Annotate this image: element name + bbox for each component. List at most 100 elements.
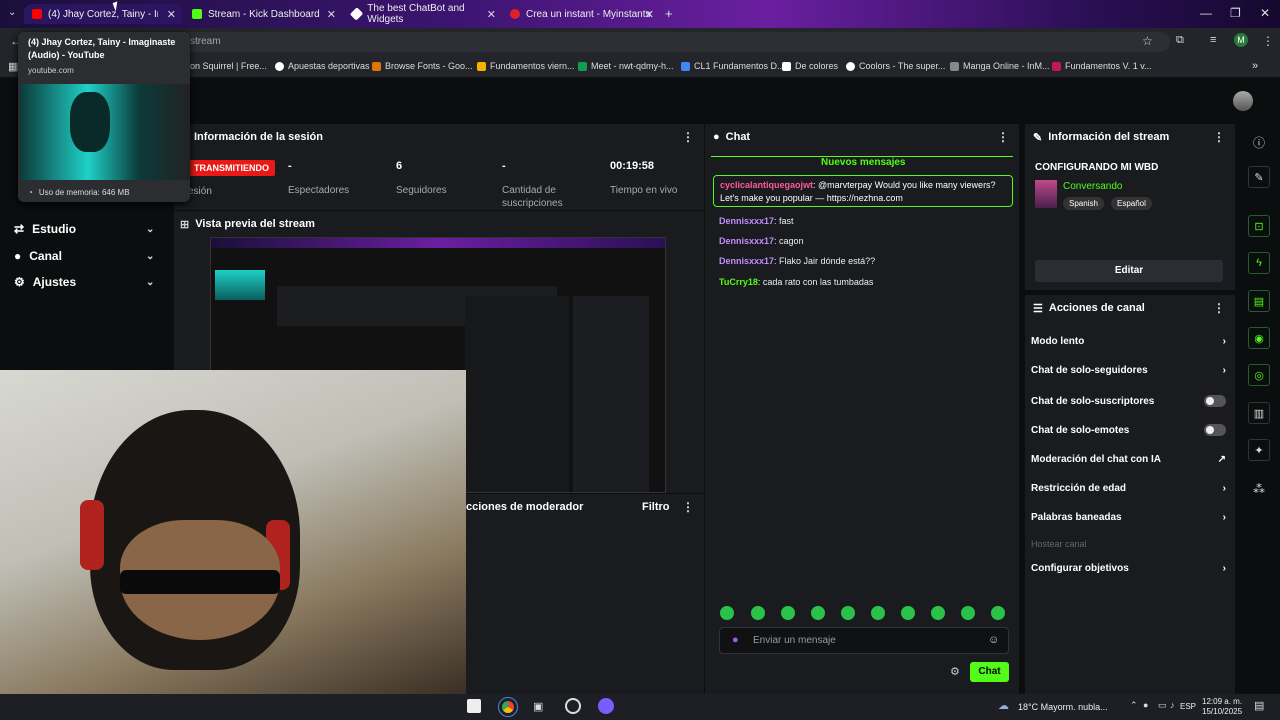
profile-avatar[interactable]: M: [1234, 33, 1248, 47]
close-window-icon[interactable]: ✕: [1260, 6, 1270, 20]
close-icon[interactable]: ✕: [167, 8, 176, 21]
action-configure-goals[interactable]: Configurar objetivos ›: [1031, 563, 1226, 574]
emotes-only-toggle[interactable]: [1204, 424, 1226, 436]
bookmark[interactable]: Manga Online - InM...: [950, 61, 1050, 71]
notifications-icon[interactable]: ▤: [1254, 699, 1264, 712]
sidebar-item-canal[interactable]: ● Canal ⌄: [14, 249, 154, 263]
kebab-menu-icon[interactable]: ⋮: [997, 130, 1009, 144]
new-tab-plus-icon[interactable]: +: [665, 6, 673, 21]
tab-youtube[interactable]: (4) Jhay Cortez, Tainy - Imaginaste ✕: [24, 4, 182, 24]
chat-username[interactable]: TuCrry18: [719, 277, 758, 287]
discord-icon[interactable]: [598, 698, 614, 714]
mic-tray-icon[interactable]: ●: [1143, 700, 1148, 710]
chat-message[interactable]: Dennisxxx17: Flako Jair dónde está??: [719, 256, 875, 266]
bookmark[interactable]: Apuestas deportivas: [275, 61, 370, 71]
language-indicator[interactable]: ESP: [1180, 702, 1196, 711]
action-ai-moderation[interactable]: Moderación del chat con IA ↗: [1031, 454, 1226, 465]
chat-input[interactable]: ● Enviar un mensaje ☺: [719, 627, 1009, 654]
calendar-app-icon[interactable]: [467, 699, 481, 713]
chat-bubble-icon[interactable]: ◉: [1248, 327, 1270, 349]
bookmark[interactable]: Fundamentos V. 1 v...: [1052, 61, 1152, 71]
action-age-restriction[interactable]: Restricción de edad ›: [1031, 483, 1226, 494]
bookmark[interactable]: Meet - nwt-qdmy-h...: [578, 61, 674, 71]
send-chat-button[interactable]: Chat: [970, 662, 1009, 682]
chat-message[interactable]: TuCrry18: cada rato con las tumbadas: [719, 277, 873, 287]
close-icon[interactable]: ✕: [645, 8, 654, 21]
bookmark[interactable]: De colores: [782, 61, 838, 71]
emote-icon[interactable]: [811, 606, 825, 620]
emote-icon[interactable]: [720, 606, 734, 620]
bookmark[interactable]: on Squirrel | Free...: [190, 61, 267, 71]
kebab-menu-icon[interactable]: ⋮: [1213, 301, 1225, 315]
kebab-menu-icon[interactable]: ⋮: [682, 500, 694, 514]
stream-category[interactable]: Conversando: [1063, 181, 1122, 192]
target-icon[interactable]: ⊡: [1248, 215, 1270, 237]
emote-icon[interactable]: [841, 606, 855, 620]
chat-username[interactable]: Dennisxxx17: [719, 256, 774, 266]
volume-icon[interactable]: ♪: [1170, 700, 1175, 710]
action-followers-only[interactable]: Chat de solo-seguidores ›: [1031, 365, 1226, 376]
tab-myinstants[interactable]: Crea un instant - Myinstants ✕: [502, 4, 660, 24]
apps-grid-icon[interactable]: ▦: [8, 60, 18, 73]
layout-icon[interactable]: ▥: [1248, 402, 1270, 424]
chat-username[interactable]: cyclicalantiquegaojwt: [720, 180, 813, 190]
weather-text[interactable]: 18°C Mayorm. nubla...: [1018, 702, 1108, 712]
extensions-icon[interactable]: ⧉: [1176, 34, 1184, 47]
obs-icon[interactable]: [565, 698, 581, 714]
chat-settings-gear-icon[interactable]: ⚙: [950, 665, 960, 678]
kebab-menu-icon[interactable]: ⋮: [1213, 130, 1225, 144]
highlighted-message[interactable]: cyclicalantiquegaojwt: @marvterpay Would…: [713, 175, 1013, 207]
sidebar-item-estudio[interactable]: ⇄ Estudio ⌄: [14, 222, 154, 236]
emoji-icon[interactable]: ☺: [988, 634, 999, 646]
bookmark[interactable]: CL1 Fundamentos D...: [681, 61, 785, 71]
action-banned-words[interactable]: Palabras baneadas ›: [1031, 512, 1226, 523]
emote-icon[interactable]: [871, 606, 885, 620]
emote-icon[interactable]: [961, 606, 975, 620]
share-icon[interactable]: ⁂: [1253, 482, 1265, 496]
edit-stream-button[interactable]: Editar: [1035, 260, 1223, 282]
pencil-icon[interactable]: ✎: [1248, 166, 1270, 188]
subscribers-only-toggle[interactable]: [1204, 395, 1226, 407]
broadcast-icon[interactable]: ◎: [1248, 364, 1270, 386]
tray-chevron-icon[interactable]: ⌃: [1130, 700, 1138, 711]
tab-kick-dashboard[interactable]: Stream - Kick Dashboard ✕: [184, 4, 342, 24]
wrench-icon[interactable]: ✦: [1248, 439, 1270, 461]
emote-icon[interactable]: [931, 606, 945, 620]
browser-menu-icon[interactable]: ⋮: [1262, 34, 1274, 48]
clock-date[interactable]: 15/10/2025: [1202, 707, 1242, 716]
sidebar-item-ajustes[interactable]: ⚙ Ajustes ⌄: [14, 275, 154, 289]
chat-username[interactable]: Dennisxxx17: [719, 216, 774, 226]
kebab-menu-icon[interactable]: ⋮: [682, 130, 694, 144]
maximize-icon[interactable]: ❐: [1230, 6, 1241, 20]
filter-button[interactable]: Filtro: [642, 501, 670, 513]
chat-message[interactable]: Dennisxxx17: fast: [719, 216, 794, 226]
star-icon[interactable]: ☆: [1142, 34, 1153, 48]
info-icon[interactable]: ⓘ: [1253, 134, 1265, 151]
emote-icon[interactable]: [901, 606, 915, 620]
bookmark[interactable]: Browse Fonts - Goo...: [372, 61, 473, 71]
more-bookmarks-icon[interactable]: »: [1252, 60, 1258, 72]
lightning-icon[interactable]: ϟ: [1248, 252, 1270, 274]
chat-message[interactable]: Dennisxxx17: cagon: [719, 236, 804, 246]
terminal-app-icon[interactable]: ▣: [533, 700, 543, 713]
emote-icon[interactable]: [991, 606, 1005, 620]
minimize-icon[interactable]: —: [1200, 6, 1212, 20]
close-icon[interactable]: ✕: [487, 8, 496, 21]
close-icon[interactable]: ✕: [327, 8, 336, 21]
bookmark[interactable]: Coolors - The super...: [846, 61, 945, 71]
clock-time[interactable]: 12:09 a. m.: [1202, 697, 1242, 706]
action-slow-mode[interactable]: Modo lento ›: [1031, 336, 1226, 347]
bookmark[interactable]: Fundamentos viern...: [477, 61, 575, 71]
emote-icon[interactable]: [781, 606, 795, 620]
user-avatar[interactable]: [1233, 91, 1253, 111]
tab-search-chevron-icon[interactable]: ⌄: [8, 7, 16, 18]
chrome-icon[interactable]: [498, 697, 518, 717]
tab-chatbot[interactable]: The best ChatBot and Widgets ✕: [344, 3, 502, 25]
chat-username[interactable]: Dennisxxx17: [719, 236, 774, 246]
network-icon[interactable]: ▭: [1158, 700, 1167, 711]
microphone-icon[interactable]: ●: [732, 634, 739, 646]
address-bar[interactable]: stream: [180, 32, 1170, 52]
document-icon[interactable]: ▤: [1248, 290, 1270, 312]
emote-icon[interactable]: [751, 606, 765, 620]
media-control-icon[interactable]: ≡: [1210, 34, 1216, 46]
